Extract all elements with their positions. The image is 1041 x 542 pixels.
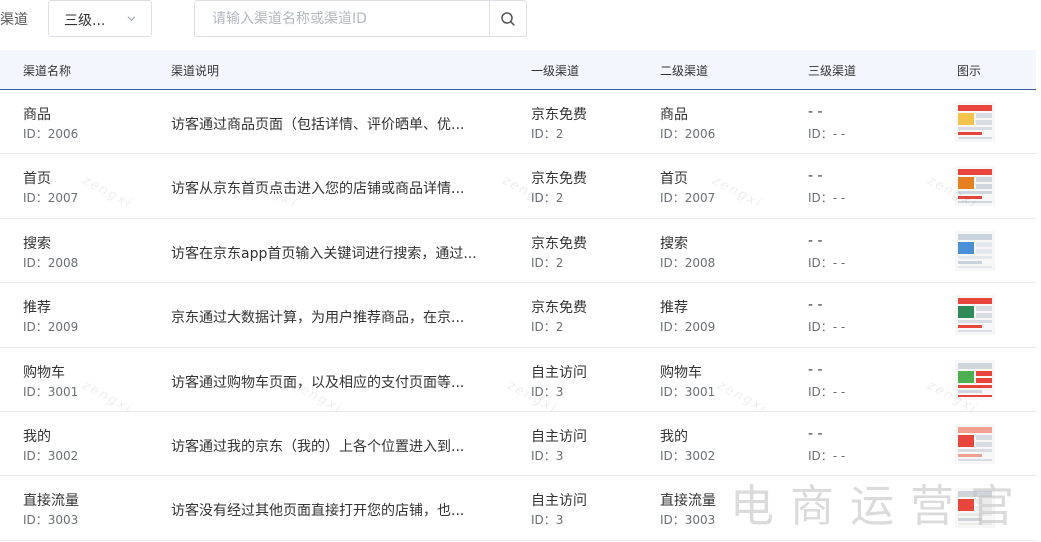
level1-id: ID：3 bbox=[531, 513, 564, 528]
table-row: 购物车 ID：3001 访客通过购物车页面，以及相应的支付页面等... 自主访问… bbox=[0, 348, 1036, 412]
table-row: 直接流量 ID：3003 访客没有经过其他页面直接打开您的店铺，也... 自主访… bbox=[0, 476, 1036, 541]
channel-diagram-thumbnail[interactable] bbox=[955, 359, 995, 400]
level2-id: ID：2006 bbox=[660, 127, 716, 141]
channel-id: ID：2009 bbox=[23, 320, 79, 335]
table-body: 商品 ID：2006 访客通过商品页面（包括详情、评价晒单、优... 京东免费 … bbox=[0, 90, 1036, 541]
channel-description: 访客通过我的京东（我的）上各个位置进入到... bbox=[171, 438, 465, 455]
level1-id: ID：2 bbox=[531, 191, 564, 206]
header-diagram: 图示 bbox=[957, 64, 982, 78]
table-row: 首页 ID：2007 访客从京东首页点击进入您的店铺或商品详情... 京东免费 … bbox=[0, 154, 1036, 219]
channel-id: ID：3002 bbox=[23, 448, 79, 463]
channel-name: 首页 bbox=[23, 171, 51, 188]
filter-bar: 渠道 三级... bbox=[0, 0, 1041, 40]
chevron-down-icon bbox=[127, 16, 136, 22]
level2-id: ID：2008 bbox=[660, 255, 716, 270]
header-channel-name: 渠道名称 bbox=[23, 64, 72, 78]
header-level1: 一级渠道 bbox=[531, 64, 580, 78]
level3-id: ID：- - bbox=[808, 127, 846, 141]
channel-filter-label: 渠道 bbox=[0, 12, 28, 28]
channel-description: 访客没有经过其他页面直接打开您的店铺，也... bbox=[171, 503, 465, 520]
level1-id: ID：2 bbox=[531, 320, 564, 335]
level3-name: - - bbox=[808, 297, 823, 314]
level2-id: ID：3003 bbox=[660, 513, 716, 528]
channel-name: 我的 bbox=[23, 428, 51, 445]
channel-id: ID：2008 bbox=[23, 255, 79, 270]
level2-name: 推荐 bbox=[660, 300, 688, 317]
table-header: 渠道名称 渠道说明 一级渠道 二级渠道 三级渠道 图示 bbox=[0, 50, 1036, 90]
level3-name: - - bbox=[808, 361, 823, 378]
level2-name: 直接流量 bbox=[660, 493, 716, 510]
channel-search-box bbox=[194, 0, 527, 37]
channel-id: ID：2006 bbox=[23, 127, 79, 141]
search-icon bbox=[501, 11, 515, 26]
header-level2: 二级渠道 bbox=[660, 64, 709, 78]
level1-name: 京东免费 bbox=[531, 300, 587, 317]
level1-id: ID：2 bbox=[531, 255, 564, 270]
channel-diagram-thumbnail[interactable] bbox=[955, 295, 995, 336]
level2-id: ID：3001 bbox=[660, 384, 716, 399]
channel-diagram-thumbnail[interactable] bbox=[955, 102, 995, 142]
level2-id: ID：3002 bbox=[660, 448, 716, 463]
level3-name: - - bbox=[808, 232, 823, 249]
level1-name: 京东免费 bbox=[531, 107, 587, 123]
channel-description: 访客通过商品页面（包括详情、评价晒单、优... bbox=[171, 117, 465, 133]
channel-search-input[interactable] bbox=[195, 1, 489, 36]
channel-description: 访客从京东首页点击进入您的店铺或商品详情... bbox=[171, 181, 465, 198]
table-row: 搜索 ID：2008 访客在京东app首页输入关键词进行搜索，通过... 京东免… bbox=[0, 219, 1036, 284]
channel-id: ID：3003 bbox=[23, 513, 79, 528]
level3-id: ID：- - bbox=[808, 448, 846, 463]
channel-id: ID：3001 bbox=[23, 384, 79, 399]
table-row: 商品 ID：2006 访客通过商品页面（包括详情、评价晒单、优... 京东免费 … bbox=[0, 90, 1036, 155]
channel-description: 访客在京东app首页输入关键词进行搜索，通过... bbox=[171, 245, 477, 262]
level1-id: ID：2 bbox=[531, 127, 564, 141]
channel-name: 推荐 bbox=[23, 300, 51, 317]
level1-id: ID：3 bbox=[531, 448, 564, 463]
level3-id: ID：- - bbox=[808, 384, 846, 399]
level3-name: - - bbox=[808, 104, 823, 120]
channel-table: 渠道名称 渠道说明 一级渠道 二级渠道 三级渠道 图示 商品 ID：2006 访… bbox=[0, 50, 1036, 541]
table-row: 我的 ID：3002 访客通过我的京东（我的）上各个位置进入到... 自主访问 … bbox=[0, 412, 1036, 477]
level1-name: 自主访问 bbox=[531, 364, 587, 381]
level2-name: 首页 bbox=[660, 171, 688, 188]
channel-name: 直接流量 bbox=[23, 493, 79, 510]
channel-level-select[interactable]: 三级... bbox=[48, 0, 152, 37]
level2-id: ID：2007 bbox=[660, 191, 716, 206]
header-level3: 三级渠道 bbox=[808, 64, 857, 78]
level3-id: ID：- - bbox=[808, 191, 846, 206]
level3-name: - - bbox=[808, 168, 823, 185]
level1-name: 自主访问 bbox=[531, 428, 587, 445]
level2-id: ID：2009 bbox=[660, 320, 716, 335]
channel-diagram-thumbnail[interactable] bbox=[955, 423, 995, 464]
channel-diagram-thumbnail[interactable] bbox=[955, 488, 995, 529]
channel-diagram-thumbnail[interactable] bbox=[955, 166, 995, 207]
channel-diagram-thumbnail[interactable] bbox=[955, 230, 995, 271]
channel-name: 购物车 bbox=[23, 364, 65, 381]
level1-id: ID：3 bbox=[531, 384, 564, 399]
channel-description: 访客通过购物车页面，以及相应的支付页面等... bbox=[171, 374, 465, 391]
header-channel-desc: 渠道说明 bbox=[171, 64, 220, 78]
level3-id: ID：- - bbox=[808, 255, 846, 270]
level1-name: 京东免费 bbox=[531, 235, 587, 252]
level1-name: 京东免费 bbox=[531, 171, 587, 188]
level3-name: - - bbox=[808, 425, 823, 442]
channel-name: 搜索 bbox=[23, 235, 51, 252]
level2-name: 我的 bbox=[660, 428, 688, 445]
table-row: 推荐 ID：2009 京东通过大数据计算，为用户推荐商品，在京... 京东免费 … bbox=[0, 283, 1036, 348]
level3-id: ID：- - bbox=[808, 320, 846, 335]
channel-name: 商品 bbox=[23, 107, 51, 123]
level2-name: 搜索 bbox=[660, 235, 688, 252]
level2-name: 购物车 bbox=[660, 364, 702, 381]
channel-level-value: 三级... bbox=[64, 13, 106, 29]
channel-id: ID：2007 bbox=[23, 191, 79, 206]
channel-description: 京东通过大数据计算，为用户推荐商品，在京... bbox=[171, 310, 465, 327]
level2-name: 商品 bbox=[660, 107, 688, 123]
level1-name: 自主访问 bbox=[531, 493, 587, 510]
search-button[interactable] bbox=[489, 1, 526, 36]
